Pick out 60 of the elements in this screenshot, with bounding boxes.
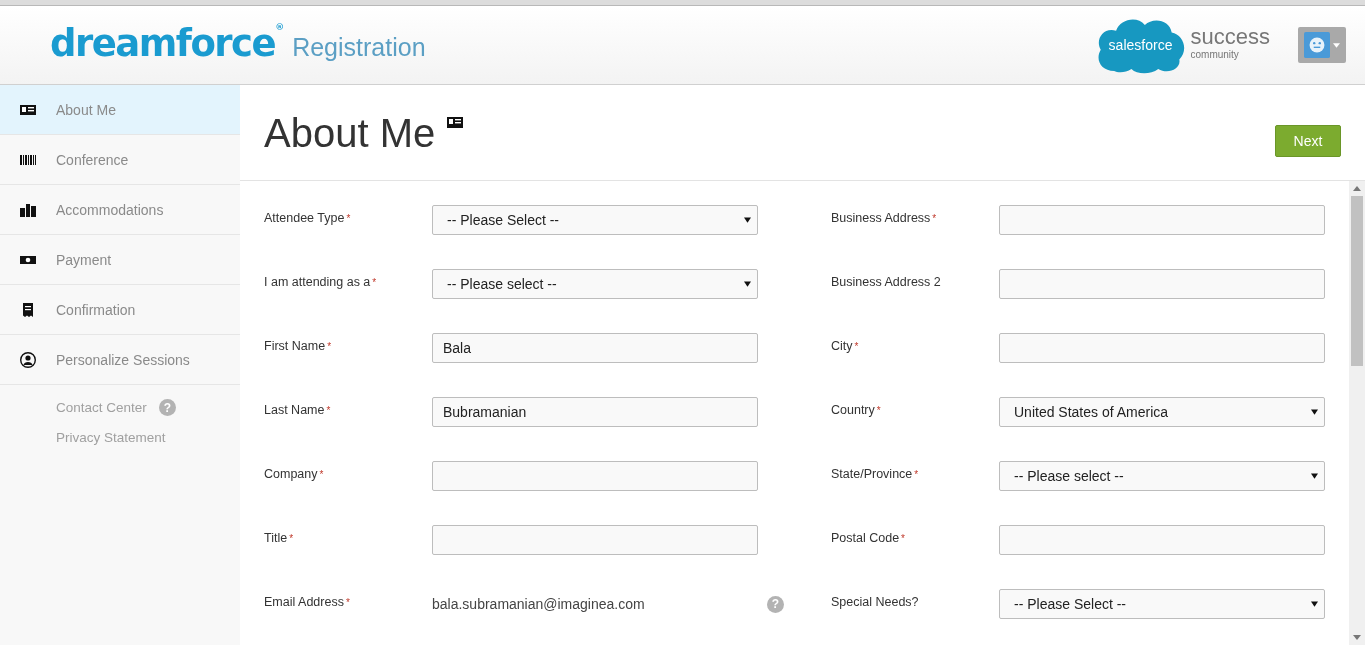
field-label: Business Address 2	[831, 274, 942, 289]
input-field[interactable]: Bubramanian	[432, 397, 758, 427]
field-label: Country *	[831, 402, 882, 417]
sidebar-link[interactable]: Privacy Statement	[56, 430, 166, 445]
person-icon	[20, 351, 36, 368]
smiley-avatar-icon	[1304, 32, 1330, 58]
field-label: Special Needs?	[831, 594, 920, 609]
field-label: I am attending as a *	[264, 274, 378, 289]
success-logo-text: success	[1190, 24, 1270, 49]
community-logo-text: community	[1190, 48, 1240, 60]
input-field[interactable]	[999, 333, 1325, 363]
next-button[interactable]: Next	[1275, 125, 1341, 157]
caret-icon	[1311, 409, 1318, 415]
caret-icon	[744, 217, 751, 223]
dropdown[interactable]: -- Please Select --	[999, 589, 1325, 619]
caret-icon	[744, 281, 751, 287]
sidebar-item[interactable]: Payment	[0, 235, 240, 285]
id-card-icon	[447, 117, 464, 129]
sidebar-item[interactable]: Confirmation	[0, 285, 240, 335]
caret-icon	[1311, 601, 1318, 607]
sidebar-item[interactable]: About Me	[0, 85, 240, 135]
dreamforce-logo: dreamforce$^{®}$	[50, 21, 285, 65]
input-field[interactable]: Bala	[432, 333, 758, 363]
field-label: Postal Code *	[831, 530, 906, 545]
field-label: Email Address *	[264, 594, 351, 609]
field-label: First Name *	[264, 338, 333, 353]
receipt-icon	[20, 301, 36, 318]
sidebar-item[interactable]: Conference	[0, 135, 240, 185]
help-icon[interactable]: ?	[767, 595, 784, 613]
field-label: City *	[831, 338, 860, 353]
user-menu-button[interactable]	[1298, 27, 1346, 63]
help-icon[interactable]: ?	[158, 399, 176, 416]
sidebar-item[interactable]: Accommodations	[0, 185, 240, 235]
field-label: Title *	[264, 530, 295, 545]
dropdown[interactable]: -- Please select --	[999, 461, 1325, 491]
scroll-up-icon[interactable]	[1353, 186, 1361, 191]
buildings-icon	[20, 201, 36, 218]
caret-icon	[1333, 42, 1340, 48]
input-field[interactable]	[999, 205, 1325, 235]
caret-icon	[1311, 473, 1318, 479]
email-value: bala.subramanian@imaginea.com	[432, 596, 645, 612]
sidebar-link[interactable]: Contact Center	[56, 400, 147, 415]
header-subtitle: Registration	[292, 32, 426, 62]
field-label: Last Name *	[264, 402, 332, 417]
scrollbar[interactable]	[1349, 181, 1365, 645]
input-field[interactable]	[432, 461, 758, 491]
field-label: State/Province *	[831, 466, 920, 481]
field-label: Attendee Type *	[264, 210, 352, 225]
dropdown[interactable]: United States of America	[999, 397, 1325, 427]
scroll-down-icon[interactable]	[1353, 635, 1361, 640]
page-title: About Me	[264, 110, 436, 156]
field-label: Company *	[264, 466, 325, 481]
dropdown[interactable]: -- Please select --	[432, 269, 758, 299]
input-field[interactable]	[432, 525, 758, 555]
sidebar-item[interactable]: Personalize Sessions	[0, 335, 240, 385]
input-field[interactable]	[999, 269, 1325, 299]
input-field[interactable]	[999, 525, 1325, 555]
scrollbar-thumb[interactable]	[1351, 196, 1363, 366]
field-label: Business Address *	[831, 210, 938, 225]
dropdown[interactable]: -- Please Select --	[432, 205, 758, 235]
